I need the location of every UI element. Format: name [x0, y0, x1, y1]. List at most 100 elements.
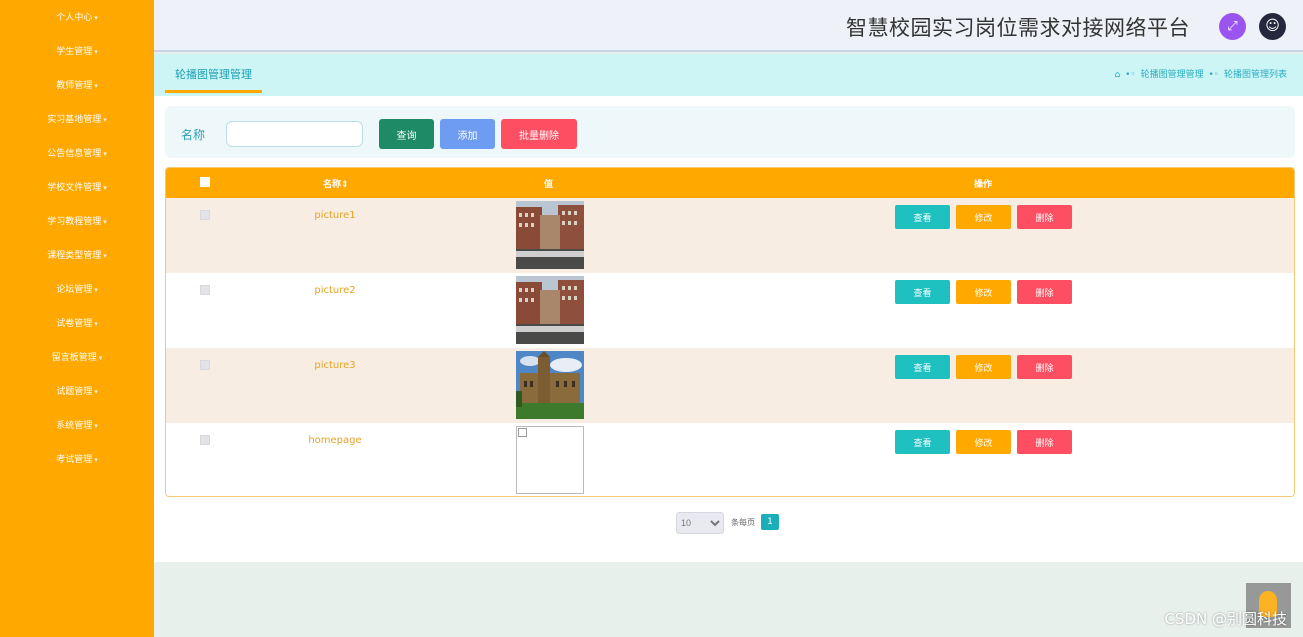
breadcrumb-separator: •◦: [1208, 70, 1220, 80]
row-checkbox[interactable]: [200, 285, 210, 295]
broken-image-marker: [518, 428, 527, 437]
tab-carousel-management[interactable]: 轮播图管理管理: [165, 63, 262, 93]
view-button[interactable]: 查看: [895, 355, 950, 379]
query-button[interactable]: 查询: [379, 119, 434, 149]
college-tower-image: [516, 351, 584, 419]
sidebar-item-label: 考试管理: [56, 455, 93, 465]
chevron-down-icon: ▾: [94, 320, 98, 328]
row-checkbox[interactable]: [200, 210, 210, 220]
sidebar-item-questions[interactable]: 试题管理 ▾: [0, 382, 154, 402]
sidebar-item-tutorials[interactable]: 学习教程管理 ▾: [0, 212, 154, 232]
chevron-down-icon: ▾: [94, 286, 98, 294]
chevron-down-icon: ▾: [103, 184, 107, 192]
per-page-label: 条每页: [731, 518, 755, 527]
sidebar-item-course-types[interactable]: 课程类型管理 ▾: [0, 246, 154, 266]
view-button[interactable]: 查看: [895, 205, 950, 229]
page-size-select[interactable]: 10: [676, 512, 724, 534]
breadcrumb-separator: •◦: [1125, 70, 1136, 80]
chevron-down-icon: ▾: [98, 354, 103, 362]
row-name-text: picture1: [314, 210, 356, 221]
select-all-checkbox[interactable]: [200, 177, 210, 187]
app-title: 智慧校园实习岗位需求对接网络平台: [846, 16, 1190, 40]
sidebar-item-students[interactable]: 学生管理 ▾: [0, 42, 154, 62]
chevron-down-icon: ▾: [103, 116, 107, 124]
chevron-down-icon: ▾: [94, 456, 98, 464]
sidebar-item-exam-papers[interactable]: 试卷管理 ▾: [0, 314, 154, 334]
row-checkbox[interactable]: [200, 435, 210, 445]
row-name-text: picture2: [314, 285, 356, 296]
sidebar-item-label: 学生管理: [56, 47, 93, 57]
main-content: 名称 查询 添加 批量删除 名称⇕ 值 操作 picture1 查看 修改 删除…: [154, 96, 1303, 562]
search-input[interactable]: [226, 121, 363, 147]
chevron-down-icon: ▾: [103, 218, 107, 226]
column-header-name[interactable]: 名称⇕: [323, 177, 349, 190]
campus-building-image: [516, 276, 584, 344]
delete-button[interactable]: 删除: [1017, 355, 1072, 379]
sidebar-item-school-files[interactable]: 学校文件管理 ▾: [0, 178, 154, 198]
delete-button[interactable]: 删除: [1017, 205, 1072, 229]
chevron-down-icon: ▾: [94, 82, 98, 90]
chevron-down-icon: ▾: [103, 150, 107, 158]
column-header-value: 值: [544, 180, 554, 190]
sidebar-item-message-board[interactable]: 留言板管理 ▾: [0, 348, 154, 368]
chevron-down-icon: ▾: [94, 48, 98, 56]
sidebar-item-exams[interactable]: 考试管理 ▾: [0, 450, 154, 470]
chevron-down-icon: ▾: [94, 422, 98, 430]
sidebar-item-label: 留言板管理: [51, 353, 97, 363]
breadcrumb-item[interactable]: 轮播图管理管理: [1141, 70, 1204, 80]
column-header-actions: 操作: [974, 180, 993, 190]
carousel-table: 名称⇕ 值 操作 picture1 查看 修改 删除 picture2 查看 修…: [165, 167, 1295, 497]
sidebar-item-label: 学校文件管理: [47, 183, 102, 193]
view-button[interactable]: 查看: [895, 430, 950, 454]
table-header: 名称⇕ 值 操作: [166, 168, 1294, 198]
breadcrumb-bar: 轮播图管理管理 ⌂ •◦ 轮播图管理管理 •◦ 轮播图管理列表: [154, 54, 1303, 96]
sidebar-item-label: 系统管理: [56, 421, 93, 431]
table-row: homepage 查看 修改 删除: [166, 423, 1294, 496]
fullscreen-icon[interactable]: ⤢: [1219, 13, 1246, 40]
sidebar-item-label: 课程类型管理: [47, 251, 102, 261]
home-icon[interactable]: ⌂: [1115, 70, 1121, 80]
watermark: CSDN @别圆科技: [1164, 610, 1287, 628]
sidebar-item-label: 教师管理: [56, 81, 93, 91]
sidebar-item-label: 试题管理: [56, 387, 93, 397]
sidebar-item-announcements[interactable]: 公告信息管理 ▾: [0, 144, 154, 164]
add-button[interactable]: 添加: [440, 119, 495, 149]
sidebar-item-personal-center[interactable]: 个人中心 ▾: [0, 8, 154, 28]
sidebar-item-label: 实习基地管理: [47, 115, 102, 125]
view-button[interactable]: 查看: [895, 280, 950, 304]
search-label: 名称: [181, 128, 206, 142]
chevron-down-icon: ▾: [94, 14, 98, 22]
sidebar-item-teachers[interactable]: 教师管理 ▾: [0, 76, 154, 96]
sidebar-item-forum[interactable]: 论坛管理 ▾: [0, 280, 154, 300]
delete-button[interactable]: 删除: [1017, 280, 1072, 304]
sidebar-item-label: 学习教程管理: [47, 217, 102, 227]
sidebar-item-label: 论坛管理: [56, 285, 93, 295]
table-row: picture3 查看 修改 删除: [166, 348, 1294, 423]
chevron-down-icon: ▾: [103, 252, 107, 260]
delete-button[interactable]: 删除: [1017, 430, 1072, 454]
campus-building-image: [516, 201, 584, 269]
table-row: picture2 查看 修改 删除: [166, 273, 1294, 348]
batch-delete-button[interactable]: 批量删除: [501, 119, 577, 149]
page-button-current[interactable]: 1: [761, 514, 779, 530]
top-header: 智慧校园实习岗位需求对接网络平台 ⤢ ☺: [154, 0, 1303, 52]
chevron-down-icon: ▾: [94, 388, 98, 396]
row-name-text: picture3: [314, 360, 356, 371]
edit-button[interactable]: 修改: [956, 430, 1011, 454]
edit-button[interactable]: 修改: [956, 355, 1011, 379]
sidebar: 个人中心 ▾ 学生管理 ▾ 教师管理 ▾ 实习基地管理 ▾ 公告信息管理 ▾ 学校文件管理…: [0, 0, 154, 637]
broken-image-icon: [516, 426, 584, 494]
edit-button[interactable]: 修改: [956, 205, 1011, 229]
search-panel: 名称 查询 添加 批量删除: [165, 106, 1295, 158]
sidebar-item-system[interactable]: 系统管理 ▾: [0, 416, 154, 436]
edit-button[interactable]: 修改: [956, 280, 1011, 304]
sidebar-item-label: 试卷管理: [56, 319, 93, 329]
user-avatar-icon[interactable]: ☺: [1259, 13, 1286, 40]
sidebar-item-label: 公告信息管理: [47, 149, 102, 159]
row-checkbox[interactable]: [200, 360, 210, 370]
breadcrumb: ⌂ •◦ 轮播图管理管理 •◦ 轮播图管理列表: [1113, 67, 1288, 80]
breadcrumb-item: 轮播图管理列表: [1223, 70, 1287, 80]
sidebar-item-internship-base[interactable]: 实习基地管理 ▾: [0, 110, 154, 130]
sidebar-item-label: 个人中心: [56, 13, 93, 23]
table-row: picture1 查看 修改 删除: [166, 198, 1294, 273]
